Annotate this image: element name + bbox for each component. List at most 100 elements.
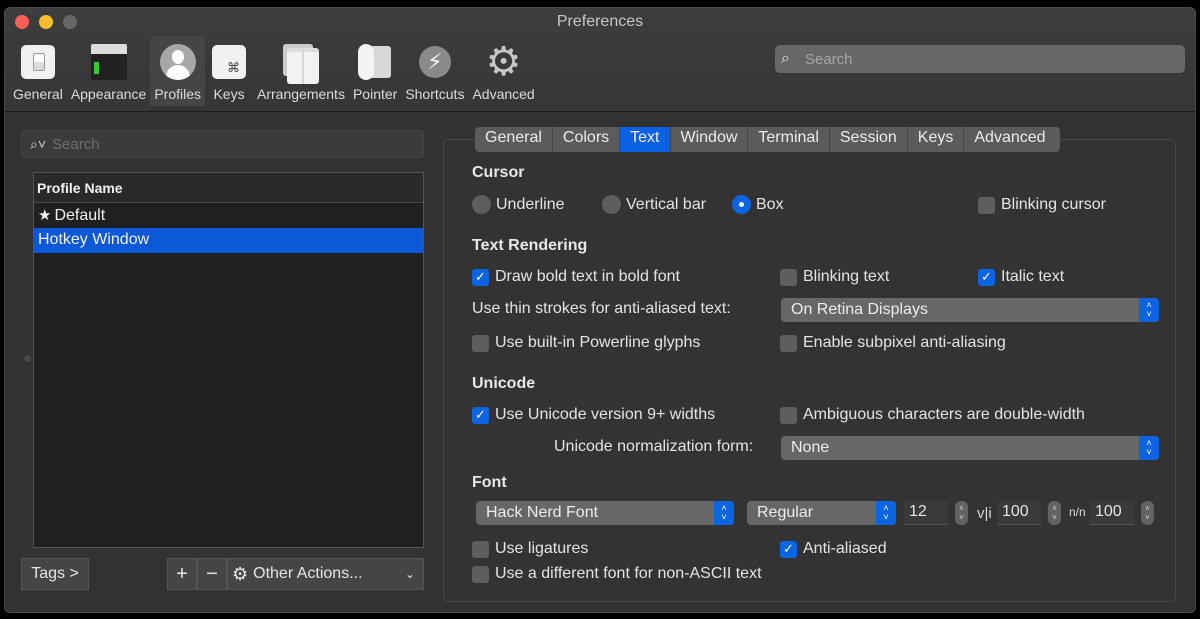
- toolbar-label: Arrangements: [257, 86, 345, 102]
- checkbox-label: Anti-aliased: [803, 540, 887, 557]
- checkbox-label: Blinking text: [803, 268, 890, 285]
- radio-button-selected[interactable]: [732, 195, 751, 214]
- up-down-arrows-icon: ˄ ˅: [876, 501, 896, 525]
- gear-icon: ⚙: [484, 40, 524, 84]
- checkbox-label: Enable subpixel anti-aliasing: [803, 334, 1006, 351]
- toolbar-label: Pointer: [352, 86, 398, 102]
- profile-search[interactable]: ⌕˅: [21, 130, 424, 158]
- vertical-spacing-field[interactable]: 100: [1090, 501, 1134, 525]
- normalization-select[interactable]: None ˄ ˅: [781, 436, 1159, 460]
- checkbox-checked[interactable]: ✓: [472, 406, 489, 424]
- remove-profile-button[interactable]: −: [197, 558, 227, 590]
- profile-tabs: General Colors Text Window Terminal Sess…: [475, 127, 1060, 152]
- radio-button[interactable]: [472, 195, 491, 214]
- font-family-select[interactable]: Hack Nerd Font ˄ ˅: [476, 501, 734, 525]
- thin-strokes-select[interactable]: On Retina Displays ˄ ˅: [781, 298, 1159, 322]
- font-style-select[interactable]: Regular ˄ ˅: [747, 501, 896, 525]
- checkbox[interactable]: [780, 268, 797, 286]
- bold-font-checkbox[interactable]: ✓ Draw bold text in bold font: [472, 268, 680, 286]
- horizontal-spacing-icon: v|i: [977, 505, 992, 522]
- anti-aliased-checkbox[interactable]: ✓ Anti-aliased: [780, 540, 887, 558]
- list-item[interactable]: ★ Default: [34, 203, 423, 228]
- split-drag-handle[interactable]: [24, 355, 31, 362]
- command-key-icon: ⌘: [209, 40, 249, 84]
- list-item[interactable]: Hotkey Window: [34, 228, 423, 253]
- tab-session[interactable]: Session: [830, 127, 908, 152]
- checkbox-checked[interactable]: ✓: [978, 268, 995, 286]
- lightning-icon: ⚡: [415, 40, 455, 84]
- vertical-spacing-stepper[interactable]: ˄ ˅: [1141, 501, 1154, 525]
- tab-colors[interactable]: Colors: [553, 127, 621, 152]
- toolbar-item-appearance[interactable]: Appearance: [67, 36, 151, 106]
- checkbox[interactable]: [978, 196, 995, 214]
- radio-label: Box: [756, 195, 784, 213]
- font-size-field[interactable]: 12: [904, 501, 948, 525]
- toolbar-label: Keys: [213, 86, 245, 102]
- search-menu-icon[interactable]: ⌕˅: [30, 136, 46, 153]
- preferences-search-input[interactable]: [805, 50, 1165, 68]
- preferences-search[interactable]: ⌕: [775, 45, 1185, 73]
- toolbar-item-pointer[interactable]: Pointer: [349, 36, 401, 106]
- cursor-vertical-bar-radio[interactable]: Vertical bar: [602, 195, 706, 214]
- checkbox-label: Ambiguous characters are double-width: [803, 406, 1085, 423]
- toolbar-label: Advanced: [472, 86, 535, 102]
- column-header-profile-name[interactable]: Profile Name: [34, 173, 423, 203]
- gear-glyph: ⚙: [485, 40, 522, 84]
- cursor-box-radio[interactable]: Box: [732, 195, 784, 214]
- checkbox-label: Draw bold text in bold font: [495, 268, 680, 285]
- other-actions-label: Other Actions...: [253, 565, 363, 582]
- window-title: Preferences: [556, 13, 644, 30]
- normalization-label: Unicode normalization form:: [554, 438, 754, 455]
- checkbox[interactable]: [472, 565, 489, 583]
- tab-keys[interactable]: Keys: [908, 127, 965, 152]
- horizontal-spacing-field[interactable]: 100: [997, 501, 1041, 525]
- profile-name: Default: [54, 207, 106, 224]
- tab-window[interactable]: Window: [671, 127, 749, 152]
- toolbar-item-keys[interactable]: ⌘ Keys: [205, 36, 253, 106]
- toolbar-item-advanced[interactable]: ⚙ Advanced: [468, 36, 538, 106]
- subpixel-aa-checkbox[interactable]: Enable subpixel anti-aliasing: [780, 334, 1006, 352]
- lightning-glyph: ⚡: [418, 46, 451, 78]
- ligatures-checkbox[interactable]: Use ligatures: [472, 540, 588, 558]
- non-ascii-font-checkbox[interactable]: Use a different font for non-ASCII text: [472, 565, 762, 583]
- radio-button[interactable]: [602, 195, 621, 214]
- cursor-heading: Cursor: [472, 164, 525, 181]
- checkbox-checked[interactable]: ✓: [780, 540, 797, 558]
- toolbar-item-shortcuts[interactable]: ⚡ Shortcuts: [401, 36, 468, 106]
- checkbox[interactable]: [472, 334, 489, 352]
- powerline-glyphs-checkbox[interactable]: Use built-in Powerline glyphs: [472, 334, 700, 352]
- toolbar-item-arrangements[interactable]: Arrangements: [253, 36, 349, 106]
- checkbox[interactable]: [780, 334, 797, 352]
- blinking-text-checkbox[interactable]: Blinking text: [780, 268, 889, 286]
- font-heading: Font: [472, 474, 507, 491]
- tab-terminal[interactable]: Terminal: [748, 127, 830, 152]
- mouse-pointer-icon: [355, 40, 395, 84]
- select-value: Regular: [757, 504, 814, 521]
- command-glyph: ⌘: [227, 60, 241, 75]
- checkbox[interactable]: [780, 406, 797, 424]
- gear-icon: ⚙: [232, 563, 249, 584]
- tags-button[interactable]: Tags >: [21, 558, 89, 590]
- select-value: On Retina Displays: [791, 301, 928, 318]
- checkbox[interactable]: [472, 540, 489, 558]
- toolbar-item-profiles[interactable]: Profiles: [150, 36, 206, 106]
- tab-advanced[interactable]: Advanced: [964, 127, 1059, 152]
- profile-search-input[interactable]: [52, 135, 403, 153]
- italic-text-checkbox[interactable]: ✓ Italic text: [978, 268, 1064, 286]
- other-actions-button[interactable]: ⚙ Other Actions... ⌄: [227, 558, 424, 590]
- up-down-arrows-icon: ˄ ˅: [1139, 298, 1159, 322]
- ambiguous-double-width-checkbox[interactable]: Ambiguous characters are double-width: [780, 406, 1085, 424]
- font-size-stepper[interactable]: ˄ ˅: [955, 501, 968, 525]
- select-value: Hack Nerd Font: [486, 504, 599, 521]
- tab-general[interactable]: General: [475, 127, 553, 152]
- toolbar-item-general[interactable]: General: [9, 36, 67, 106]
- horizontal-spacing-stepper[interactable]: ˄ ˅: [1048, 501, 1061, 525]
- tab-text[interactable]: Text: [620, 127, 671, 152]
- checkbox-checked[interactable]: ✓: [472, 268, 489, 286]
- radio-label: Underline: [496, 195, 565, 213]
- cursor-underline-radio[interactable]: Underline: [472, 195, 564, 214]
- unicode-v9-checkbox[interactable]: ✓ Use Unicode version 9+ widths: [472, 406, 715, 424]
- checkbox-label: Use ligatures: [495, 540, 589, 557]
- blinking-cursor-checkbox[interactable]: Blinking cursor: [978, 196, 1106, 214]
- add-profile-button[interactable]: +: [167, 558, 197, 590]
